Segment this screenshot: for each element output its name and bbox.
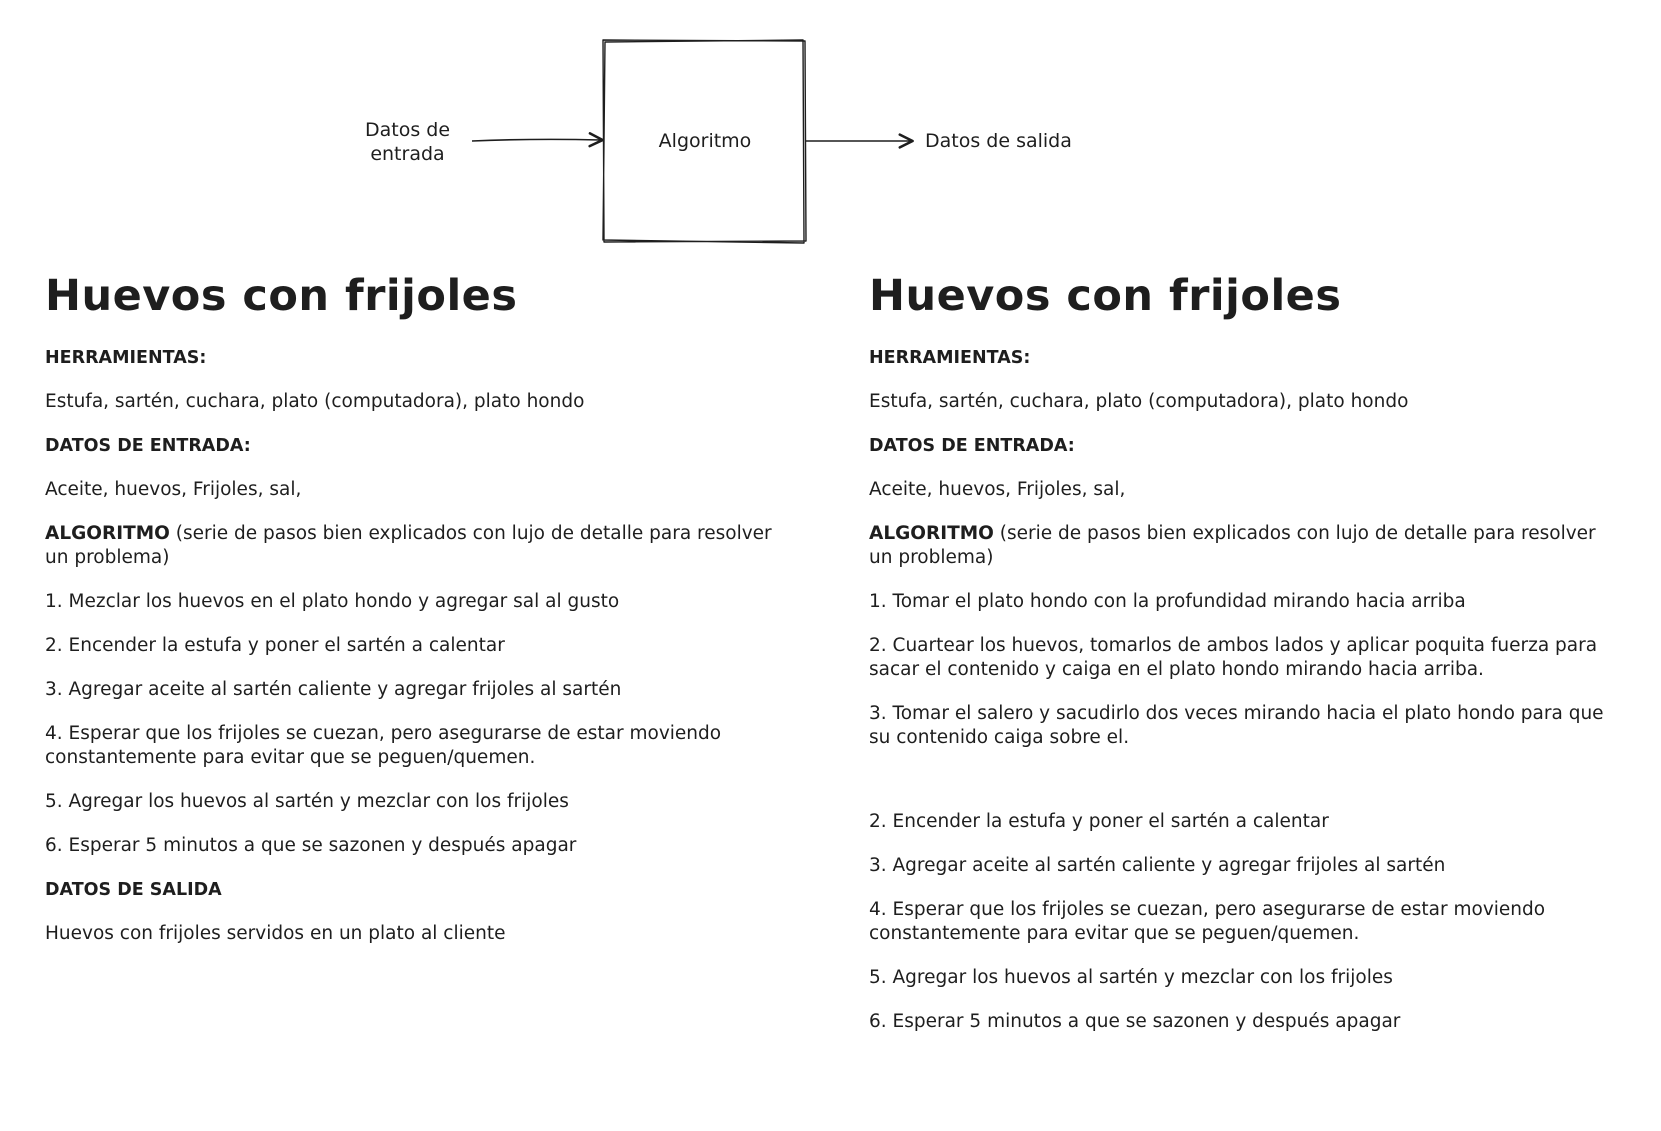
left-step-4[interactable]: 4. Esperar que los frijoles se cuezan, p… xyxy=(45,722,795,770)
left-tools-heading[interactable]: HERRAMIENTAS: xyxy=(45,346,795,370)
right-step-5[interactable]: 5. Agregar los huevos al sartén y mezcla… xyxy=(869,966,1619,990)
flow-diagram xyxy=(471,39,914,244)
right-detail-step-1[interactable]: 1. Tomar el plato hondo con la profundid… xyxy=(869,590,1619,614)
algorithm-box-label[interactable]: Algoritmo xyxy=(640,129,770,153)
input-data-label-line2: entrada xyxy=(370,143,445,165)
input-data-label-line1: Datos de xyxy=(364,119,451,141)
right-step-4[interactable]: 4. Esperar que los frijoles se cuezan, p… xyxy=(869,898,1619,946)
right-recipe: Huevos con frijoles HERRAMIENTAS: Estufa… xyxy=(869,268,1619,1054)
left-step-2[interactable]: 2. Encender la estufa y poner el sartén … xyxy=(45,634,795,658)
input-arrow[interactable] xyxy=(471,132,604,148)
left-inputs-text[interactable]: Aceite, huevos, Frijoles, sal, xyxy=(45,478,795,502)
right-algorithm-heading: ALGORITMO xyxy=(869,523,994,544)
left-step-1[interactable]: 1. Mezclar los huevos en el plato hondo … xyxy=(45,590,795,614)
input-data-label[interactable]: Datos de entrada xyxy=(355,118,460,166)
right-algorithm-paragraph[interactable]: ALGORITMO (serie de pasos bien explicado… xyxy=(869,522,1619,570)
left-step-3[interactable]: 3. Agregar aceite al sartén caliente y a… xyxy=(45,678,795,702)
left-outputs-text[interactable]: Huevos con frijoles servidos en un plato… xyxy=(45,922,795,946)
output-data-label[interactable]: Datos de salida xyxy=(925,129,1072,153)
left-step-6[interactable]: 6. Esperar 5 minutos a que se sazonen y … xyxy=(45,834,795,858)
right-step-2[interactable]: 2. Encender la estufa y poner el sartén … xyxy=(869,810,1619,834)
left-inputs-heading[interactable]: DATOS DE ENTRADA: xyxy=(45,434,795,458)
left-tools-text[interactable]: Estufa, sartén, cuchara, plato (computad… xyxy=(45,390,795,414)
right-inputs-text[interactable]: Aceite, huevos, Frijoles, sal, xyxy=(869,478,1619,502)
right-tools-text[interactable]: Estufa, sartén, cuchara, plato (computad… xyxy=(869,390,1619,414)
left-algorithm-paragraph[interactable]: ALGORITMO (serie de pasos bien explicado… xyxy=(45,522,795,570)
right-recipe-title[interactable]: Huevos con frijoles xyxy=(869,268,1619,324)
left-recipe: Huevos con frijoles HERRAMIENTAS: Estufa… xyxy=(45,268,795,966)
left-step-5[interactable]: 5. Agregar los huevos al sartén y mezcla… xyxy=(45,790,795,814)
right-detail-step-2[interactable]: 2. Cuartear los huevos, tomarlos de ambo… xyxy=(869,634,1619,682)
right-step-6[interactable]: 6. Esperar 5 minutos a que se sazonen y … xyxy=(869,1010,1619,1034)
left-outputs-heading[interactable]: DATOS DE SALIDA xyxy=(45,878,795,902)
left-recipe-title[interactable]: Huevos con frijoles xyxy=(45,268,795,324)
left-algorithm-heading: ALGORITMO xyxy=(45,523,170,544)
right-spacer xyxy=(869,770,1619,810)
right-inputs-heading[interactable]: DATOS DE ENTRADA: xyxy=(869,434,1619,458)
right-step-3[interactable]: 3. Agregar aceite al sartén caliente y a… xyxy=(869,854,1619,878)
whiteboard-canvas: Datos de entrada Algoritmo Datos de sali… xyxy=(0,0,1661,1131)
right-tools-heading[interactable]: HERRAMIENTAS: xyxy=(869,346,1619,370)
right-detail-step-3[interactable]: 3. Tomar el salero y sacudirlo dos veces… xyxy=(869,702,1619,750)
